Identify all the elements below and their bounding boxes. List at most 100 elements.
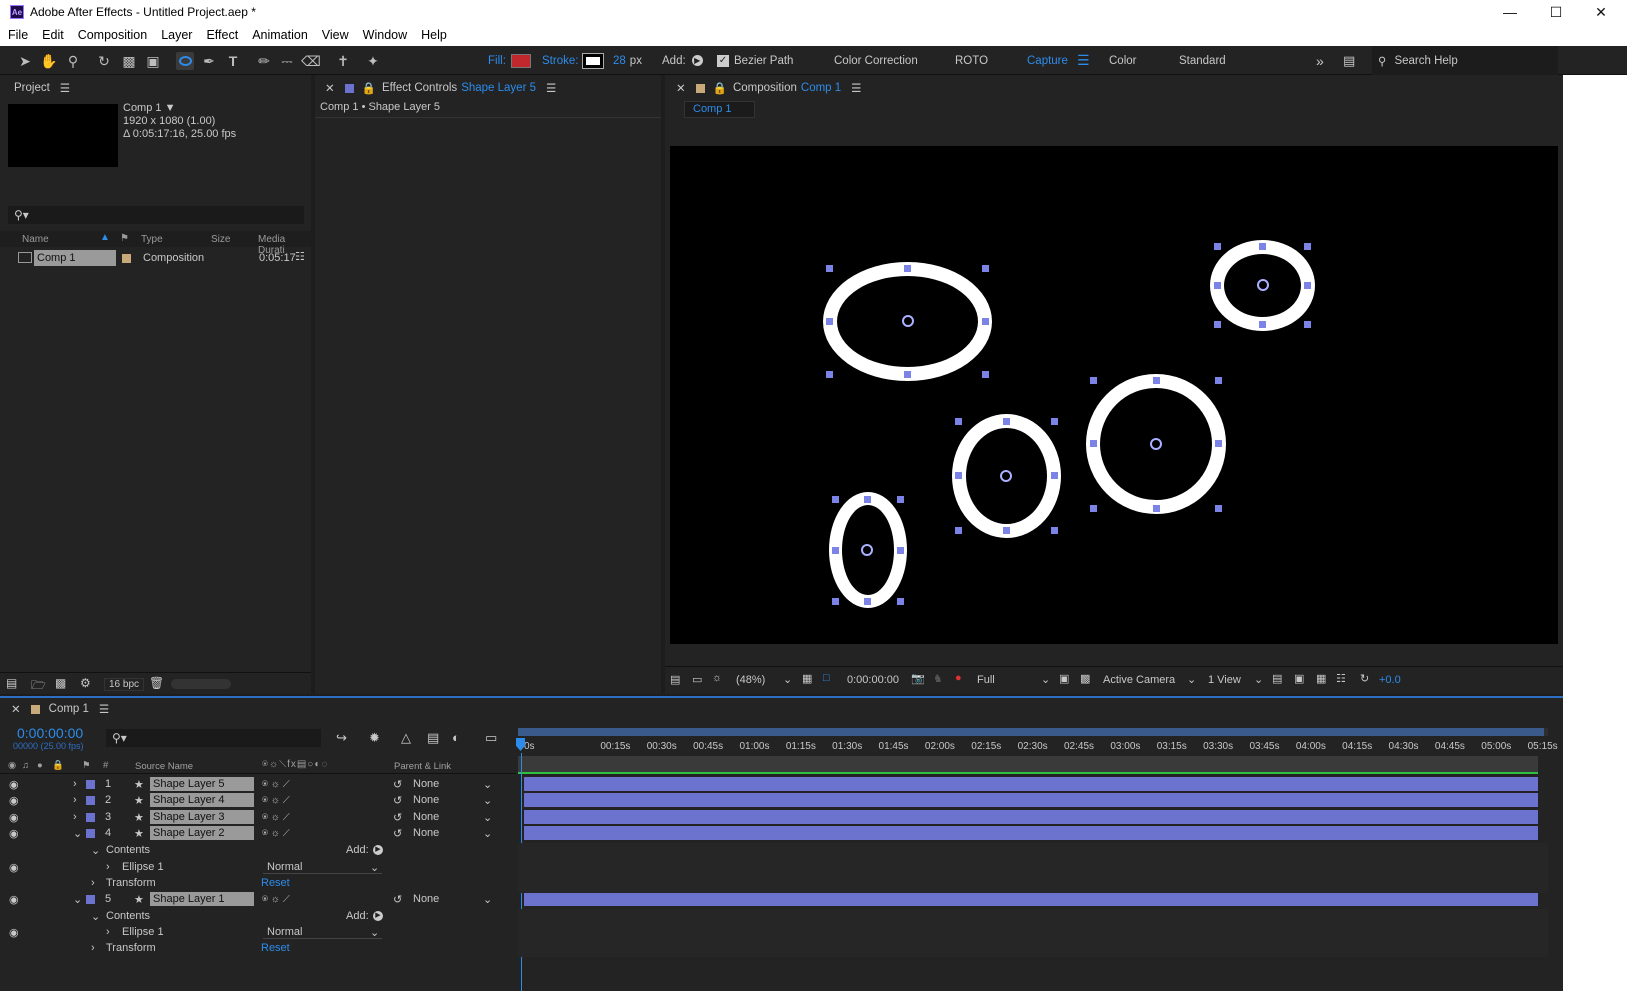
close-panel-icon[interactable]: ✕	[11, 702, 21, 716]
project-item-name[interactable]: Comp 1	[34, 250, 116, 266]
fill-color-swatch[interactable]	[510, 53, 531, 68]
composition-title[interactable]: Composition	[733, 82, 797, 94]
toggle-pixel-icon[interactable]: ▤	[1272, 672, 1282, 685]
selection-handle[interactable]	[1090, 440, 1097, 447]
chevron-right-icon[interactable]: ›	[73, 778, 77, 790]
show-snapshot-icon[interactable]: ♞	[933, 672, 943, 685]
anchor-point-icon[interactable]	[902, 315, 914, 327]
pickwhip-icon[interactable]: ↺	[393, 811, 402, 824]
layer-duration-bar[interactable]	[524, 892, 1538, 906]
hand-tool-icon[interactable]: ✋	[40, 52, 58, 70]
more-workspaces-icon[interactable]: »	[1316, 46, 1324, 75]
chevron-down-icon[interactable]: ⌄	[1041, 673, 1050, 686]
snapshot-icon[interactable]: 📷	[911, 672, 925, 685]
lock-column-icon[interactable]: 🔒	[52, 760, 64, 771]
comp-name[interactable]: Comp 1	[123, 102, 162, 114]
chevron-right-icon[interactable]: ›	[73, 811, 77, 823]
switches-icons[interactable]: ⍟ ☼ ⟋	[262, 779, 290, 790]
chevron-down-icon[interactable]: ⌄	[91, 910, 100, 923]
selection-handle[interactable]	[1003, 527, 1010, 534]
transform-row[interactable]: › Transform Reset	[0, 940, 520, 956]
fast-previews-icon[interactable]: ▣	[1059, 672, 1069, 685]
lock-icon[interactable]: 🔒	[713, 81, 727, 95]
layer-name[interactable]: Shape Layer 1	[150, 892, 254, 906]
contents-row[interactable]: ⌄ Contents Add: ▶	[0, 908, 520, 924]
add-icon[interactable]: ▶	[373, 845, 383, 855]
chevron-right-icon[interactable]: ›	[91, 877, 95, 889]
camera-tool-icon[interactable]: ▩	[120, 52, 138, 70]
chevron-down-icon[interactable]: ⌄	[370, 926, 379, 939]
menu-layer[interactable]: Layer	[154, 28, 199, 42]
col-type[interactable]: Type	[141, 234, 163, 245]
selection-handle[interactable]	[1304, 282, 1311, 289]
menu-help[interactable]: Help	[414, 28, 454, 42]
work-area-range[interactable]	[518, 756, 1538, 774]
selection-handle[interactable]	[904, 265, 911, 272]
solo-icon[interactable]: ●	[37, 760, 43, 771]
search-toggle-icon[interactable]: ▤	[1343, 46, 1355, 75]
chevron-down-icon[interactable]: ⌄	[1254, 673, 1263, 686]
selection-handle[interactable]	[955, 418, 962, 425]
eye-icon[interactable]: ◉	[9, 827, 19, 840]
pickwhip-icon[interactable]: ↺	[393, 778, 402, 791]
layer-duration-bar[interactable]	[524, 826, 1538, 840]
minimize-button[interactable]: —	[1487, 0, 1533, 24]
monitor-icon[interactable]: ▭	[692, 673, 702, 686]
selection-handle[interactable]	[1090, 377, 1097, 384]
new-folder-icon[interactable]: 🗁	[31, 676, 46, 697]
layer-color-swatch[interactable]	[86, 812, 95, 822]
selection-handle[interactable]	[955, 527, 962, 534]
panel-menu-icon[interactable]: ☰	[851, 81, 861, 95]
flowchart-icon[interactable]: ☷	[1336, 672, 1346, 685]
eye-icon[interactable]: ◉	[9, 794, 19, 807]
timeline-search-input[interactable]: ⚲▾	[106, 729, 321, 747]
selection-handle[interactable]	[1051, 472, 1058, 479]
stroke-width-value[interactable]: 28	[613, 55, 626, 67]
switches-icons[interactable]: ⍟ ☼ ⟋	[262, 894, 290, 905]
rotation-tool-icon[interactable]: ↻	[95, 52, 113, 70]
eye-icon[interactable]: ◉	[9, 893, 19, 906]
graph-editor-icon[interactable]: ▭	[485, 730, 497, 746]
menu-animation[interactable]: Animation	[245, 28, 315, 42]
menu-view[interactable]: View	[315, 28, 356, 42]
chevron-down-icon[interactable]: ⌄	[91, 844, 100, 857]
selection-handle[interactable]	[982, 265, 989, 272]
layer-duration-bar[interactable]	[524, 793, 1538, 807]
selection-handle[interactable]	[826, 265, 833, 272]
exposure-icon[interactable]: ↻	[1360, 672, 1369, 685]
selection-handle[interactable]	[1003, 418, 1010, 425]
timeline-timecode[interactable]: 0:00:00:00	[17, 725, 83, 741]
chevron-right-icon[interactable]: ›	[106, 861, 110, 873]
selection-handle[interactable]	[1214, 243, 1221, 250]
panel-menu-icon[interactable]: ☰	[60, 81, 70, 95]
chevron-right-icon[interactable]: ›	[91, 942, 95, 954]
chevron-right-icon[interactable]: ›	[106, 926, 110, 938]
switches-icons[interactable]: ⍟ ☼ ⟋	[262, 812, 290, 823]
reset-exposure-icon[interactable]: ▣	[1294, 672, 1304, 685]
layer-row[interactable]: ◉ › 3 ★ Shape Layer 3 ⍟ ☼ ⟋ ↺ None ⌄	[0, 809, 520, 825]
pickwhip-icon[interactable]: ↺	[393, 794, 402, 807]
label-column-icon[interactable]: ⚑	[82, 760, 91, 771]
project-settings-icon[interactable]: ⚙	[80, 676, 91, 690]
stroke-color-swatch[interactable]	[582, 52, 605, 69]
anchor-point-icon[interactable]	[861, 544, 873, 556]
sort-asc-icon[interactable]: ▲	[100, 232, 110, 243]
bezier-checkbox[interactable]: ✓	[717, 54, 729, 67]
pen-tool-icon[interactable]: ✒	[200, 52, 218, 70]
label-color-swatch[interactable]	[122, 254, 131, 263]
workspace-color[interactable]: Color	[1109, 46, 1136, 75]
layer-row[interactable]: ◉ › 1 ★ Shape Layer 5 ⍟ ☼ ⟋ ↺ None ⌄	[0, 776, 520, 792]
eye-icon[interactable]: ◉	[9, 811, 19, 824]
lock-icon[interactable]: 🔒	[362, 81, 376, 95]
layer-name[interactable]: Shape Layer 2	[150, 826, 254, 840]
zoom-tool-icon[interactable]: ⚲	[64, 52, 82, 70]
selection-handle[interactable]	[832, 547, 839, 554]
workspace-standard[interactable]: Standard	[1179, 46, 1226, 75]
new-composition-icon[interactable]: ▩	[55, 676, 66, 690]
exposure-value[interactable]: +0.0	[1379, 674, 1401, 686]
eye-icon[interactable]: ◉	[9, 778, 19, 791]
zoom-dropdown[interactable]: (48%)	[736, 674, 765, 686]
col-name[interactable]: Name	[22, 234, 49, 245]
view-layout-dropdown[interactable]: 1 View	[1208, 674, 1241, 686]
trash-icon[interactable]: 🗑	[149, 676, 164, 690]
